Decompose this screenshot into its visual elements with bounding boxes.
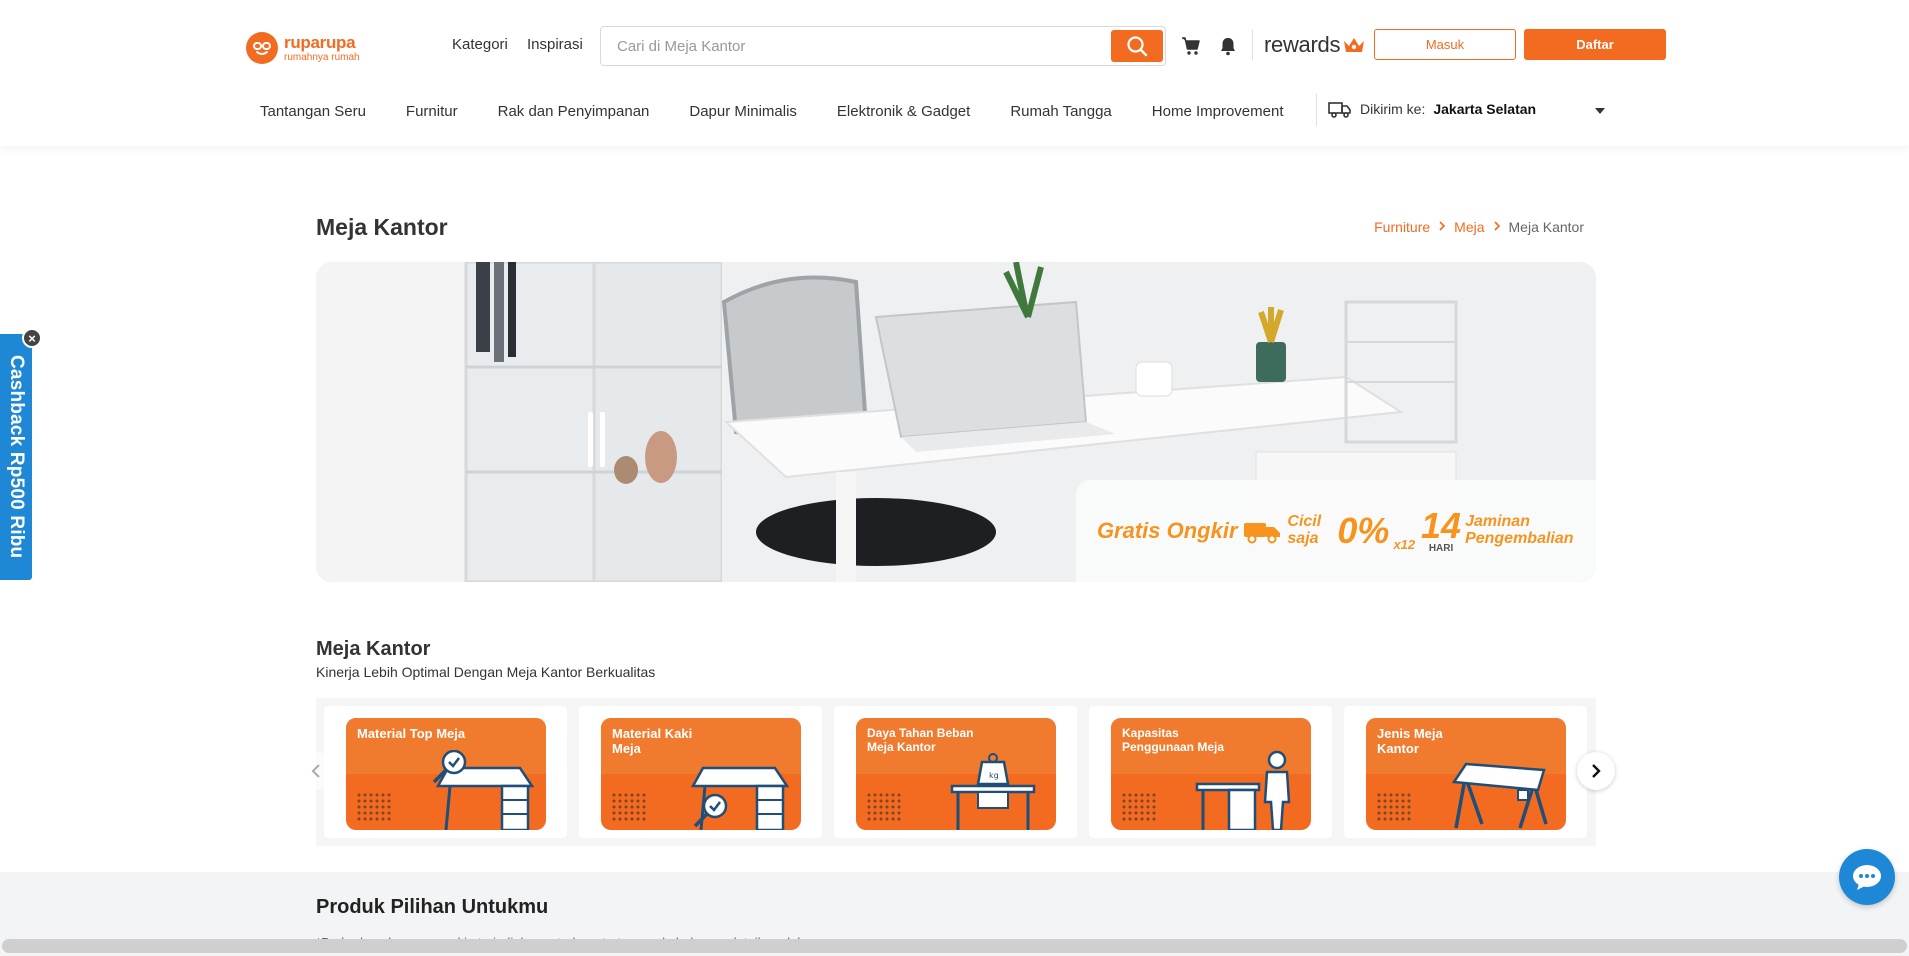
nav-item-elektronik-gadget[interactable]: Elektronik & Gadget [837,103,970,120]
header-divider [1252,30,1253,60]
register-button[interactable]: Daftar [1524,29,1666,60]
nav-item-tantangan-seru[interactable]: Tantangan Seru [260,103,366,120]
category-carousel: Material Top Meja Material Kaki Meja Day… [316,698,1596,846]
delivery-truck-icon [1328,102,1351,118]
search-button[interactable] [1111,30,1163,62]
chevron-left-icon [311,764,320,778]
promo-return-unit: HARI [1428,543,1454,554]
nav-divider [1316,94,1317,126]
truck-icon [1243,523,1280,544]
promo-return-days: 14 [1421,505,1462,546]
table-icon [1451,762,1548,829]
logo-name: ruparupa [284,32,356,52]
nav-item-dapur-minimalis[interactable]: Dapur Minimalis [689,103,797,120]
carousel-prev-button[interactable] [297,752,335,790]
rewards-label: rewards [1264,32,1341,57]
logo-tagline: rumahnya rumah [284,51,360,63]
promo-return-text: Jaminan Pengembalian [1465,513,1574,547]
login-button[interactable]: Masuk [1374,29,1516,60]
crown-icon [1344,38,1365,52]
chevron-right-icon [1592,764,1601,778]
chevron-right-icon [1493,220,1501,234]
nav-item-rak-dan-penyimpanan[interactable]: Rak dan Penyimpanan [498,103,650,120]
chevron-down-icon[interactable] [1594,102,1606,120]
section-title: Meja Kantor [316,638,431,660]
notification-bell-icon[interactable] [1216,34,1240,58]
promo-panel: Gratis Ongkir Cicil saja 0% x12 14 HARI … [1076,480,1596,582]
category-card[interactable]: Material Top Meja [324,706,567,838]
nav-item-rumah-tangga[interactable]: Rumah Tangga [1010,103,1111,120]
products-title: Produk Pilihan Untukmu [316,896,549,918]
delivery-city: Jakarta Selatan [1433,101,1537,117]
search-bar [600,26,1166,66]
desk-leg-magnifier-icon [690,766,790,830]
close-icon[interactable]: × [22,328,42,348]
promo-installment: Cicil saja 0% x12 [1287,510,1415,552]
kategori-link[interactable]: Kategori [452,36,508,53]
desk-magnifier-icon [432,750,535,830]
promo-free-shipping-text: Gratis Ongkir [1096,518,1238,544]
hero-banner[interactable]: Gratis Ongkir Cicil saja 0% x12 14 HARI … [316,262,1596,582]
breadcrumb-current: Meja Kantor [1508,219,1584,235]
delivery-label: Dikirim ke: [1360,101,1426,117]
page-title: Meja Kantor [316,214,448,240]
promo-free-shipping: Gratis Ongkir [1097,517,1282,545]
chat-button[interactable] [1839,849,1895,905]
delivery-location[interactable]: Dikirim ke: Jakarta Selatan [1328,100,1536,118]
search-icon [1127,36,1148,57]
carousel-next-button[interactable] [1577,752,1615,790]
breadcrumb-furniture[interactable]: Furniture [1374,219,1430,235]
site-header: ruparupa rumahnya rumah Kategori Inspira… [0,0,1909,146]
category-card[interactable]: Jenis Meja Kantor [1344,706,1587,838]
category-card-label: Material Top Meja [357,726,466,741]
cashback-side-tab[interactable]: Cashback Rp500 Ribu [0,334,32,580]
cart-icon[interactable] [1179,34,1203,58]
nav-item-furnitur[interactable]: Furnitur [406,103,458,120]
category-card[interactable]: Material Kaki Meja [579,706,822,838]
svg-text:kg: kg [989,771,999,780]
chevron-right-icon [1438,220,1446,234]
nav-item-home-improvement[interactable]: Home Improvement [1152,103,1284,120]
category-nav: Tantangan Seru Furnitur Rak dan Penyimpa… [260,103,1284,120]
horizontal-scrollbar[interactable] [2,939,1907,953]
promo-installment-tenor: x12 [1393,537,1416,553]
ruparupa-logo[interactable]: ruparupa rumahnya rumah [246,32,360,64]
category-card[interactable]: Daya Tahan Beban Meja Kantor kg [834,706,1077,838]
desk-person-icon [1195,750,1291,830]
chat-icon [1853,865,1881,890]
search-input[interactable] [601,27,1101,65]
section-subtitle: Kinerja Lebih Optimal Dengan Meja Kantor… [316,664,656,680]
logo-face-icon [246,32,278,64]
cashback-label: Cashback Rp500 Ribu [6,355,27,559]
category-card[interactable]: Kapasitas Penggunaan Meja [1089,706,1332,838]
desk-weight-icon: kg [950,753,1036,830]
promo-installment-text: Cicil saja [1287,513,1322,547]
promo-installment-rate: 0% [1337,510,1390,551]
inspirasi-link[interactable]: Inspirasi [527,36,583,53]
breadcrumb-meja[interactable]: Meja [1454,219,1484,235]
rewards-link[interactable]: rewards [1264,32,1365,58]
promo-return-guarantee: 14 HARI Jaminan Pengembalian [1421,508,1575,554]
breadcrumb: Furniture Meja Meja Kantor [1374,219,1584,235]
